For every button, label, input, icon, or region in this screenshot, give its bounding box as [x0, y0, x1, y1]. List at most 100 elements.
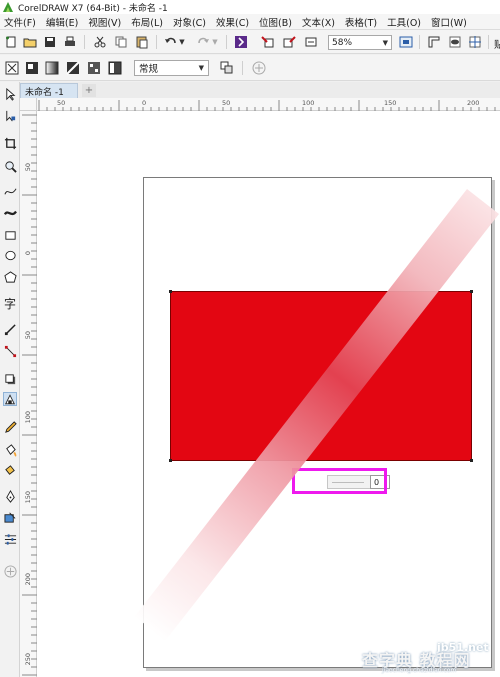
- uniform-transparency-button[interactable]: [24, 60, 40, 76]
- parallel-dimension-tool[interactable]: [3, 322, 17, 336]
- menu-view[interactable]: 视图(V): [84, 15, 127, 29]
- show-rulers-button[interactable]: [426, 34, 442, 50]
- selection-handle[interactable]: [470, 290, 473, 293]
- no-transparency-button[interactable]: [4, 60, 20, 76]
- polygon-tool[interactable]: [3, 270, 17, 284]
- snap-to-label[interactable]: 贴: [494, 36, 500, 51]
- selection-handle[interactable]: [470, 459, 473, 462]
- zoom-level-select[interactable]: 58% ▼: [328, 35, 392, 50]
- eye-grid-icon: [449, 36, 461, 48]
- ruler-icon: [428, 36, 440, 48]
- ruler-origin[interactable]: [20, 98, 37, 111]
- menu-edit[interactable]: 编辑(E): [42, 15, 84, 29]
- bitmap-pattern-transparency-button[interactable]: [86, 60, 102, 76]
- customize-toolbox-button[interactable]: [3, 564, 17, 578]
- menu-table[interactable]: 表格(T): [341, 15, 383, 29]
- rectangle-tool[interactable]: [3, 228, 17, 242]
- interactive-fill-tool[interactable]: [3, 443, 17, 457]
- menu-bitmaps[interactable]: 位图(B): [255, 15, 298, 29]
- object-properties-tool[interactable]: [3, 532, 17, 546]
- print-button[interactable]: [62, 34, 78, 50]
- save-button[interactable]: [42, 34, 58, 50]
- menu-text[interactable]: 文本(X): [298, 15, 341, 29]
- menu-effects[interactable]: 效果(C): [212, 15, 255, 29]
- redo-dropdown-button[interactable]: ▼: [211, 34, 219, 50]
- sliders-icon: [4, 533, 16, 545]
- paste-button[interactable]: [134, 34, 150, 50]
- show-grid-button[interactable]: [447, 34, 463, 50]
- rectangle-icon: [4, 230, 16, 240]
- menu-tools[interactable]: 工具(O): [383, 15, 427, 29]
- color-eyedropper-tool[interactable]: [3, 420, 17, 434]
- text-tool[interactable]: 字: [3, 296, 17, 311]
- new-tab-button[interactable]: +: [82, 84, 96, 97]
- publish-pdf-button[interactable]: [303, 34, 319, 50]
- vertical-ruler[interactable]: 50 0 50 100 150 200 250: [20, 111, 37, 677]
- merge-mode-select[interactable]: 常规 ▼: [134, 60, 209, 76]
- vector-pattern-icon: [66, 61, 80, 75]
- plus-icon: +: [84, 85, 94, 96]
- search-content-button[interactable]: [233, 34, 249, 50]
- zoom-level-value: 58%: [332, 37, 353, 48]
- merge-mode-value: 常规: [139, 64, 159, 75]
- drawing-canvas[interactable]: 0: [37, 111, 500, 677]
- window-title: CorelDRAW X7 (64-Bit) - 未命名 -1: [18, 3, 168, 14]
- copy-button[interactable]: [113, 34, 129, 50]
- export-button[interactable]: [282, 34, 298, 50]
- import-button[interactable]: [260, 34, 276, 50]
- vector-pattern-transparency-button[interactable]: [65, 60, 81, 76]
- zoom-tool[interactable]: [3, 159, 17, 173]
- drop-shadow-icon: [4, 373, 15, 384]
- outline-pen-tool[interactable]: [3, 489, 17, 503]
- shape-tool[interactable]: [3, 109, 17, 123]
- copy-transparency-button[interactable]: [219, 60, 235, 76]
- magnifier-icon: [4, 160, 17, 173]
- menu-layout[interactable]: 布局(L): [127, 15, 169, 29]
- menu-bar: 文件(F) 编辑(E) 视图(V) 布局(L) 对象(C) 效果(C) 位图(B…: [0, 14, 500, 30]
- full-screen-preview-button[interactable]: [398, 34, 414, 50]
- undo-button[interactable]: [163, 34, 179, 50]
- menu-object[interactable]: 对象(C): [169, 15, 212, 29]
- brush-stroke-icon: [3, 210, 17, 215]
- print-icon: [65, 36, 75, 46]
- menu-window[interactable]: 窗口(W): [427, 15, 473, 29]
- freehand-icon: [3, 187, 16, 194]
- ellipse-tool[interactable]: [3, 248, 17, 262]
- text-tool-icon: 字: [3, 296, 16, 311]
- add-preset-button[interactable]: [251, 60, 267, 76]
- cut-button[interactable]: [92, 34, 108, 50]
- ruler-label: 200: [467, 99, 480, 107]
- selection-handle[interactable]: [169, 459, 172, 462]
- connector-tool[interactable]: [3, 344, 17, 358]
- coreldraw-logo-icon: [3, 2, 13, 12]
- horizontal-ruler[interactable]: 50 0 50 100 150 200: [37, 98, 500, 111]
- freehand-tool[interactable]: [3, 184, 17, 198]
- smart-fill-tool[interactable]: [3, 463, 17, 477]
- redo-button[interactable]: [195, 34, 211, 50]
- bitmap-pattern-icon: [88, 62, 100, 74]
- crop-tool[interactable]: [3, 136, 17, 150]
- guidelines-icon: [469, 36, 481, 48]
- ruler-label: 100: [24, 411, 32, 424]
- open-button[interactable]: [22, 34, 38, 50]
- fill-tool[interactable]: [3, 510, 17, 524]
- undo-dropdown-button[interactable]: ▼: [178, 34, 186, 50]
- plus-circle-icon: [252, 61, 266, 75]
- red-rectangle[interactable]: [170, 291, 472, 461]
- transparency-tool[interactable]: [3, 392, 17, 406]
- selection-handle[interactable]: [169, 290, 172, 293]
- new-document-button[interactable]: [3, 34, 19, 50]
- texture-transparency-button[interactable]: [107, 60, 123, 76]
- ellipse-icon: [4, 250, 16, 260]
- fountain-transparency-button[interactable]: [44, 60, 60, 76]
- ruler-label: 50: [24, 163, 32, 172]
- tab-document[interactable]: 未命名 -1: [20, 83, 78, 98]
- dimension-icon: [4, 323, 16, 335]
- ruler-label: 200: [24, 573, 32, 586]
- show-guidelines-button[interactable]: [467, 34, 483, 50]
- artistic-media-tool[interactable]: [3, 205, 17, 219]
- menu-file[interactable]: 文件(F): [0, 15, 42, 29]
- pick-tool[interactable]: [3, 87, 17, 101]
- connector-icon: [4, 345, 16, 357]
- drop-shadow-tool[interactable]: [3, 372, 17, 386]
